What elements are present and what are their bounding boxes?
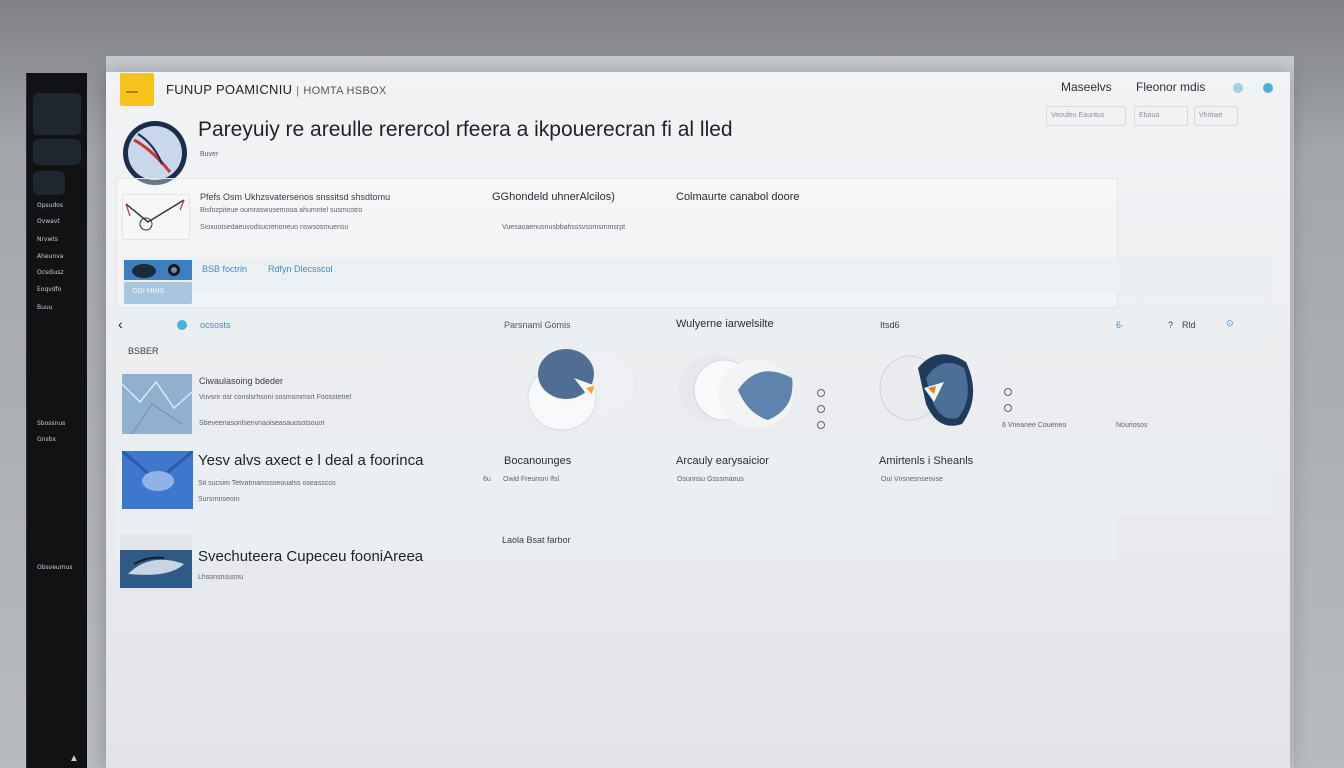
sidebar-item[interactable]: Gnsbx [37, 436, 56, 443]
swing-diagram-icon [122, 194, 190, 240]
card3-mid[interactable]: Laola Bsat farbor [502, 535, 571, 545]
tab-indicator-dot[interactable] [177, 320, 187, 330]
fish-thumbnail[interactable] [120, 534, 192, 588]
nav-link-profile[interactable]: Fleonor mdis [1136, 80, 1205, 94]
radio-option-3[interactable] [817, 421, 825, 429]
control-1[interactable]: 6· [1116, 320, 1124, 330]
status-dot-active[interactable] [1263, 83, 1273, 93]
row1-col3-title[interactable]: Colmaurte canabol doore [676, 191, 800, 203]
row2-link1[interactable]: BSB foctrin [202, 264, 247, 274]
back-chevron-icon[interactable]: ‹ [118, 316, 123, 332]
card1-title[interactable]: Ciwaulasoing bdeder [199, 376, 283, 386]
camera-thumbnail[interactable] [124, 260, 192, 280]
sidebar: Opsudos Ovwavt Nrvwts Aheunva Ocsdiusz E… [26, 73, 87, 768]
sidebar-item[interactable]: Eoqvdfo [37, 286, 61, 293]
row1-line2: Bisfozpiteue oumraswusemooa ahumntel sus… [200, 207, 363, 214]
chevron-up-icon[interactable]: ▲ [69, 753, 79, 764]
sidebar-tile-2[interactable] [33, 139, 81, 165]
main-window: FUNUP POAMICNIU | HOMTA HSBOX Maseelvs F… [106, 72, 1290, 768]
chart-thumbnail[interactable] [122, 374, 192, 434]
radio-option-5[interactable] [1004, 404, 1012, 412]
mini-button-3[interactable]: Vhrtiwe [1194, 106, 1238, 126]
card1-side-a: 6 Vneanee Coueneo [1002, 422, 1067, 429]
card2-line2: Sit sucsim Tetvatmamssseoualss oseasscos [198, 480, 336, 487]
row1-col2-line: Vuesaoaenusnusbbahsssvssmsmmsrpt [502, 224, 626, 231]
radio-option-1[interactable] [817, 389, 825, 397]
status-dot-light[interactable] [1233, 83, 1243, 93]
card1-side-b: Nouriosos [1116, 422, 1148, 429]
control-2[interactable]: ? [1168, 320, 1173, 330]
radio-option-2[interactable] [817, 405, 825, 413]
card2-line3: Sursrnnseom [198, 496, 240, 503]
tab-active[interactable]: ocsosts [200, 320, 231, 330]
mail-thumbnail[interactable] [122, 451, 193, 509]
sidebar-item[interactable]: Aheunva [37, 253, 63, 260]
card2-col-a[interactable]: Bocanounges [504, 455, 571, 467]
card1-line3: Sbeveenasonlsenvnaoiseasauosotsouot [199, 420, 325, 427]
card2-col-a-prefix: 6u [483, 476, 491, 483]
row1-title[interactable]: Pfefs Osm Ukhzsvatersenos snssitsd shsdt… [200, 192, 390, 202]
mini-button-1[interactable]: Veoufeu Eauntus [1046, 106, 1126, 126]
card2-col-b[interactable]: Arcauly earysaicior [676, 455, 769, 467]
section-label: BSBER [128, 346, 159, 356]
card3-title[interactable]: Svechuteera Cupeceu fooniAreea [198, 548, 423, 565]
row2-link2[interactable]: Rdfyn Dlecsscol [268, 264, 333, 274]
blob-illustration-2 [678, 354, 794, 428]
sidebar-tile-3[interactable] [33, 171, 65, 195]
column-header-c[interactable]: Itsd6 [880, 320, 900, 330]
control-3[interactable]: Rld [1182, 320, 1196, 330]
nav-link-messages[interactable]: Maseelvs [1061, 80, 1112, 94]
sidebar-item[interactable]: Ocsdiusz [37, 269, 64, 276]
sidebar-item[interactable]: Ovwavt [37, 218, 60, 225]
card2-title[interactable]: Yesv alvs axect e l deal a foorinca [198, 452, 423, 469]
sidebar-item[interactable]: Buuu [37, 304, 53, 311]
card1-line2: Vuvsnr osr conslsrhsoni sosmsmmsrt Fooss… [199, 394, 352, 401]
card2-col-a-sub: Owid Freunsni Ifsl [503, 476, 560, 483]
page-subheading: Buver [200, 151, 219, 158]
blob-illustration-1 [527, 349, 634, 431]
column-header-b[interactable]: Wulyerne iarwelsilte [676, 318, 774, 330]
card2-col-c[interactable]: Amirtenls i Sheanls [879, 455, 973, 467]
thumbnail-label-box: OGI MtHS [124, 282, 192, 304]
compass-icon [123, 121, 187, 185]
sidebar-item[interactable]: Sbossnus [37, 420, 65, 427]
sidebar-tile-1[interactable] [33, 93, 81, 135]
sidebar-item[interactable]: Opsudos [37, 202, 63, 209]
card2-col-b-sub: Osunnsu Gsssmanus [677, 476, 744, 483]
blob-illustration-3 [879, 354, 974, 426]
column-header-a[interactable]: Parsnaml Gomis [504, 320, 571, 330]
mini-button-2[interactable]: Ebaua [1134, 106, 1188, 126]
app-title: FUNUP POAMICNIU | HOMTA HSBOX [166, 82, 387, 97]
radio-option-4[interactable] [1004, 388, 1012, 396]
row1-col2-title[interactable]: GGhondeld uhnerAlcilos) [492, 191, 615, 203]
settings-icon[interactable]: ⊙ [1226, 318, 1234, 329]
card3-sub: Lhsonsnsusnu [198, 574, 244, 581]
row1-line3: Sioxuotsedaeuvodsucrenoneuo nswsosmuensu [200, 224, 349, 231]
app-logo [120, 73, 154, 106]
sidebar-item[interactable]: Obsveumus [37, 564, 72, 571]
card2-col-c-sub: Oui Vnsnesnsesvse [881, 476, 943, 483]
page-heading: Pareyuiy re areulle rerercol rfeera a ik… [198, 118, 733, 141]
sidebar-item[interactable]: Nrvwts [37, 236, 58, 243]
